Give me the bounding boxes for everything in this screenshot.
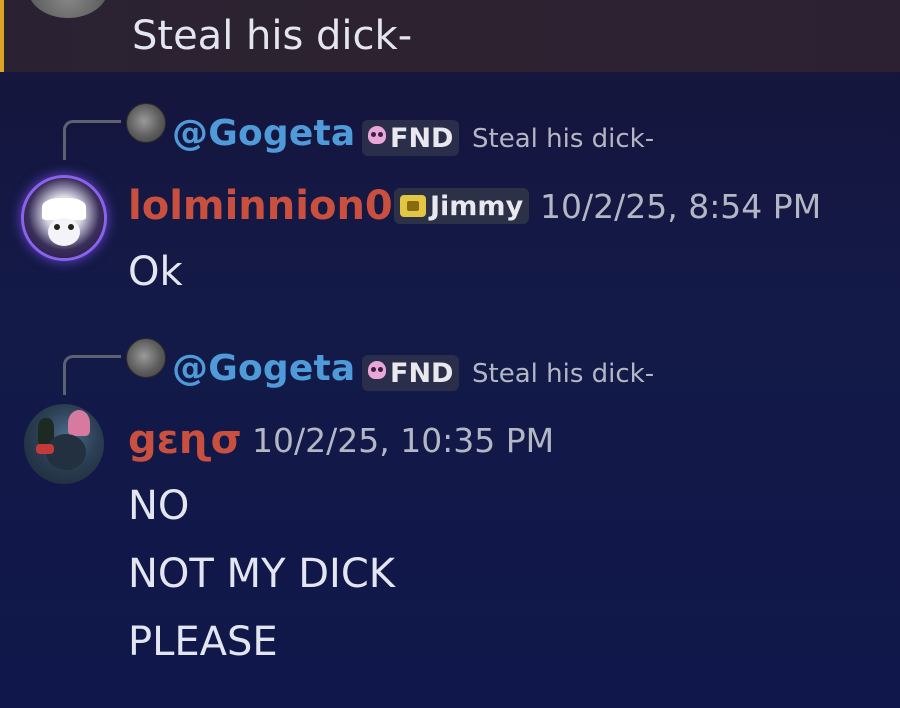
role-tag[interactable]: Jimmy xyxy=(394,188,530,224)
message-text: NOT MY DICK xyxy=(128,551,395,597)
message-text: PLEASE xyxy=(128,619,278,665)
role-tag-label: Jimmy xyxy=(430,190,524,222)
reply-preview-text[interactable]: Steal his dick- xyxy=(472,122,654,156)
tag-label: FND xyxy=(390,357,454,389)
avatar[interactable] xyxy=(24,178,104,258)
message-text: Steal his dick- xyxy=(132,13,413,59)
skull-icon xyxy=(368,361,386,379)
message-text: Ok xyxy=(128,249,183,295)
highlighted-message[interactable]: Steal his dick- xyxy=(0,0,900,72)
fnd-tag[interactable]: FND xyxy=(362,355,460,391)
reply-avatar[interactable] xyxy=(126,338,166,378)
fnd-tag[interactable]: FND xyxy=(362,120,460,156)
tag-label: FND xyxy=(390,122,454,154)
timestamp[interactable]: 10/2/25, 8:54 PM xyxy=(540,185,821,229)
crown-icon xyxy=(400,195,426,217)
avatar[interactable] xyxy=(28,0,108,18)
reply-mention[interactable]: @Gogeta xyxy=(172,347,355,391)
reply-connector xyxy=(63,355,121,395)
avatar[interactable] xyxy=(24,404,104,484)
reply-preview-text[interactable]: Steal his dick- xyxy=(472,357,654,391)
timestamp[interactable]: 10/2/25, 10:35 PM xyxy=(252,419,554,463)
reply-connector xyxy=(63,120,121,160)
message-text: NO xyxy=(128,483,190,529)
username[interactable]: gɛɳσ xyxy=(128,416,242,464)
reply-mention[interactable]: @Gogeta xyxy=(172,112,355,156)
username[interactable]: lolminnion0 xyxy=(128,182,393,230)
reply-avatar[interactable] xyxy=(126,103,166,143)
skull-icon xyxy=(368,126,386,144)
